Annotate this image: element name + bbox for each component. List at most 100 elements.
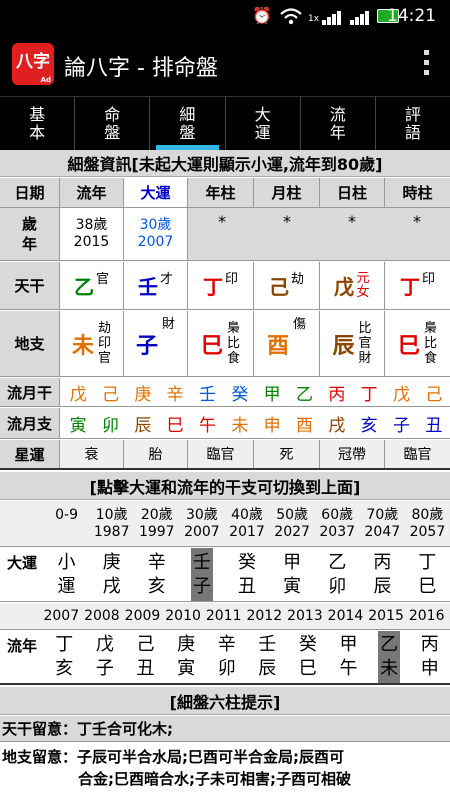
liuyue-gan-row: 流月干戊己庚辛壬癸甲乙丙丁戊己 [0, 378, 450, 407]
liuyue-gan-char[interactable]: 甲 [256, 378, 288, 406]
dayun-item[interactable]: 丙辰 [360, 548, 405, 601]
dayun-age-col: 60歲 2037 [315, 501, 360, 546]
liuyue-gan-char[interactable]: 壬 [191, 378, 223, 406]
dayun-item[interactable]: 辛亥 [134, 548, 179, 601]
liunian-item[interactable]: 癸巳 [288, 631, 329, 683]
liunian-year: 2007 [43, 608, 80, 624]
pillar-star-day: * [348, 212, 356, 231]
dayun-item[interactable]: 癸丑 [224, 548, 269, 601]
dayun-item[interactable]: 乙卯 [315, 548, 360, 601]
liuyue-gan-char[interactable]: 辛 [159, 378, 191, 406]
dayun-item[interactable]: 丁巳 [405, 548, 450, 601]
tiangan-cell[interactable]: 乙官 [60, 262, 124, 309]
liuyue-zhi-char[interactable]: 酉 [288, 408, 320, 438]
liuyue-zhi-char[interactable]: 亥 [353, 408, 385, 438]
dayun-item[interactable]: 壬子 [190, 548, 213, 601]
liuyue-gan-char[interactable]: 癸 [224, 378, 256, 406]
hidden-stem-notes: 傷 [293, 317, 306, 332]
tab-label: 流年 [329, 104, 346, 142]
ten-god-note: 劫 [290, 272, 304, 287]
tab-5[interactable]: 評語 [376, 97, 450, 150]
liuyue-zhi-char[interactable]: 子 [385, 408, 417, 438]
xingyun-cell: 衰 [60, 440, 124, 468]
liuyue-gan-char[interactable]: 己 [94, 378, 126, 406]
liunian-item[interactable]: 甲午 [328, 631, 369, 683]
liunian-item[interactable]: 壬辰 [247, 631, 288, 683]
liunian-zhi: 未 [380, 658, 399, 679]
liuyue-zhi-char[interactable]: 巳 [159, 408, 191, 438]
branch-char: 巳 [397, 333, 420, 359]
dayun-item[interactable]: 小運 [44, 548, 89, 601]
dayun-zhi: 卯 [328, 575, 347, 597]
dayun-label: 大運 [6, 554, 37, 572]
note: 官 [98, 351, 112, 366]
liunian-age-cell[interactable]: 38歲 2015 [60, 208, 124, 260]
note: 梟 [424, 321, 438, 336]
liuyue-zhi-row: 流月支寅卯辰巳午未申酉戌亥子丑 [0, 408, 450, 439]
liuyue-gan-char[interactable]: 丁 [353, 378, 385, 406]
liuyue-zhi-char[interactable]: 午 [191, 408, 223, 438]
liuyue-gan-char[interactable]: 己 [418, 378, 450, 406]
tiangan-cell: 丁印 [385, 262, 450, 309]
liuyue-zhi-char[interactable]: 卯 [94, 408, 126, 438]
dayun-age-col: 80歲 2057 [405, 501, 450, 546]
dayun-gan: 丙 [373, 551, 392, 573]
tab-3[interactable]: 大運 [226, 97, 301, 150]
liuyue-gan-char[interactable]: 戊 [385, 378, 417, 406]
xingyun-cell: 冠帶 [320, 440, 385, 468]
liunian-item[interactable]: 戊子 [85, 631, 126, 683]
liunian-item[interactable]: 辛卯 [206, 631, 247, 683]
liunian-item[interactable]: 己丑 [125, 631, 166, 683]
ten-god-note: 印 [421, 272, 435, 287]
dayun-age-col: 50歲 2027 [270, 501, 315, 546]
liuyue-zhi-char[interactable]: 未 [224, 408, 256, 438]
dayun-age-col: 20歲 1997 [134, 501, 179, 546]
liunian-year: 2008 [84, 608, 120, 624]
liuyue-zhi-char[interactable]: 寅 [62, 408, 94, 438]
liuyue-zhi-char[interactable]: 戌 [321, 408, 353, 438]
tab-label: 基本 [29, 104, 46, 142]
dayun-age-cell[interactable]: 30歲 2007 [124, 208, 188, 260]
liuyue-zhi-char[interactable]: 辰 [127, 408, 159, 438]
liunian-zhi: 亥 [55, 658, 74, 679]
dayun-year: 2017 [229, 523, 265, 540]
liuyue-gan-char[interactable]: 戊 [62, 378, 94, 406]
overflow-menu-icon[interactable] [424, 50, 430, 78]
tiangan-cell: 己劫 [254, 262, 320, 309]
section-switch-header: [點擊大運和流年的干支可切換到上面] [0, 472, 450, 500]
liunian-item[interactable]: 丁亥 [44, 631, 85, 683]
app-logo[interactable]: 八字 Ad [12, 43, 54, 85]
column-header: 大運 [124, 178, 188, 207]
tiangan-cell[interactable]: 壬才 [124, 262, 188, 309]
liuyue-gan-char[interactable]: 乙 [288, 378, 320, 406]
dizhi-cell[interactable]: 未劫印官 [60, 311, 124, 376]
xingyun-cell: 死 [254, 440, 320, 468]
stem-char: 乙 [73, 275, 94, 299]
liunian-item[interactable]: 丙申 [409, 631, 450, 683]
liuyue-zhi-char[interactable]: 申 [256, 408, 288, 438]
tab-4[interactable]: 流年 [301, 97, 376, 150]
branch-char: 子 [135, 333, 158, 359]
section-detail-header: 細盤資訊[未起大運則顯示小運,流年到80歲] [0, 150, 450, 177]
dayun-gan: 乙 [328, 551, 347, 573]
stem-char: 戊 [334, 275, 354, 299]
chart-detail-panel: 細盤資訊[未起大運則顯示小運,流年到80歲] 日期 流年 大運 年柱 月柱 日柱 時柱 歲年… [0, 150, 450, 800]
branch-char: 酉 [266, 333, 289, 359]
tab-label: 評語 [404, 104, 421, 142]
liunian-item[interactable]: 庚寅 [166, 631, 207, 683]
tab-0[interactable]: 基本 [0, 97, 76, 150]
tab-2[interactable]: 細盤 [150, 97, 226, 150]
clock: 14:21 [387, 6, 436, 26]
dizhi-cell[interactable]: 子財 [124, 311, 188, 376]
liuyue-gan-char[interactable]: 庚 [127, 378, 159, 406]
liuyue-gan-char[interactable]: 丙 [321, 378, 353, 406]
dayun-year [64, 524, 68, 541]
liunian-zhi: 丑 [136, 658, 155, 679]
liunian-year: 2011 [205, 608, 242, 624]
tab-1[interactable]: 命盤 [75, 97, 151, 150]
liunian-item[interactable]: 乙未 [378, 631, 401, 683]
dayun-item[interactable]: 庚戌 [89, 548, 134, 601]
liuyue-zhi-char[interactable]: 丑 [418, 408, 450, 438]
dayun-age-col: 70歲 2047 [360, 501, 405, 546]
dayun-item[interactable]: 甲寅 [270, 548, 315, 601]
